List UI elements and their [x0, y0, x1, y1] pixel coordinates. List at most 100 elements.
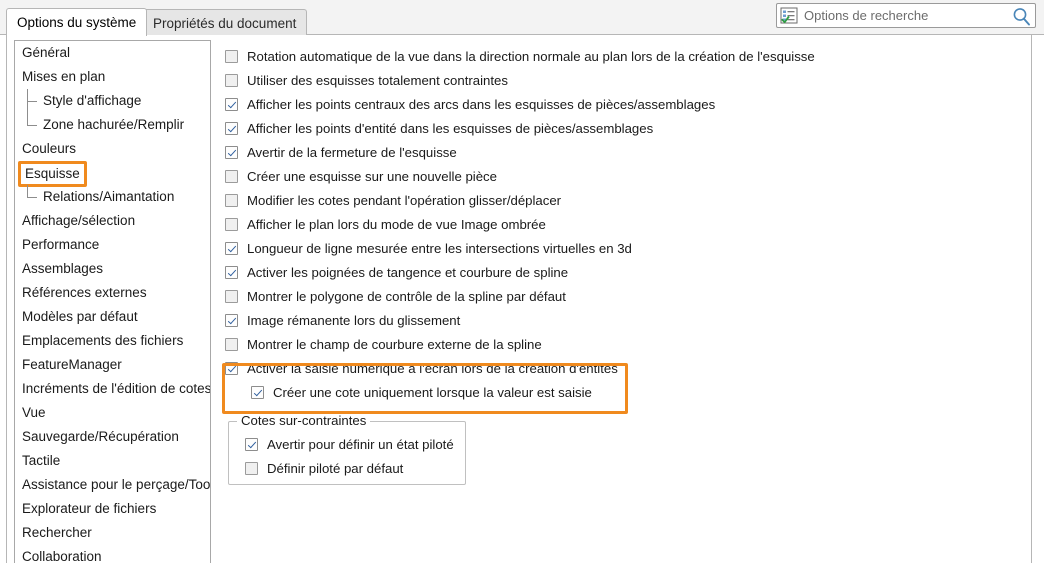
option-row[interactable]: Rotation automatique de la vue dans la d…	[225, 45, 1025, 69]
option-label: Rotation automatique de la vue dans la d…	[247, 49, 815, 64]
sidebar-item-mod-les-par-d-faut[interactable]: Modèles par défaut	[15, 305, 210, 329]
checkbox-unchecked-icon[interactable]	[225, 74, 238, 87]
options-checkbox-list: Rotation automatique de la vue dans la d…	[225, 45, 1025, 405]
search-input-text[interactable]: Options de recherche	[804, 8, 928, 23]
sidebar-item-rechercher[interactable]: Rechercher	[15, 521, 210, 545]
sidebar-item-label: Esquisse	[18, 161, 87, 187]
sidebar-item-relations-aimantation[interactable]: Relations/Aimantation	[15, 185, 210, 209]
sidebar-item-affichage-s-lection[interactable]: Affichage/sélection	[15, 209, 210, 233]
option-row[interactable]: Activer la saisie numérique à l'écran lo…	[225, 357, 1025, 381]
checkbox-checked-icon[interactable]	[225, 314, 238, 327]
sidebar-item-label: Assistance pour le perçage/Toolbox	[22, 477, 211, 492]
option-row[interactable]: Image rémanente lors du glissement	[225, 309, 1025, 333]
checkbox-unchecked-icon[interactable]	[225, 218, 238, 231]
sidebar-item-label: Zone hachurée/Remplir	[43, 117, 185, 132]
option-label: Afficher les points centraux des arcs da…	[247, 97, 716, 112]
sidebar-item-vue[interactable]: Vue	[15, 401, 210, 425]
sidebar-item-incr-ments-de-l-dition-de-cotes[interactable]: Incréments de l'édition de cotes	[15, 377, 210, 401]
option-row[interactable]: Modifier les cotes pendant l'opération g…	[225, 189, 1025, 213]
sidebar-item-label: Général	[22, 45, 71, 60]
option-row[interactable]: Afficher les points d'entité dans les es…	[225, 117, 1025, 141]
checkbox-checked-icon[interactable]	[225, 266, 238, 279]
option-label: Activer la saisie numérique à l'écran lo…	[247, 361, 618, 376]
option-row[interactable]: Définir piloté par défaut	[245, 457, 477, 481]
sidebar-item-zone-hachur-e-remplir[interactable]: Zone hachurée/Remplir	[15, 113, 210, 137]
sidebar-item-couleurs[interactable]: Couleurs	[15, 137, 210, 161]
sidebar-item-style-d-affichage[interactable]: Style d'affichage	[15, 89, 210, 113]
magnifier-icon[interactable]	[1012, 7, 1031, 26]
checkbox-checked-icon[interactable]	[225, 122, 238, 135]
checkbox-unchecked-icon[interactable]	[245, 462, 258, 475]
sidebar-item-label: Sauvegarde/Récupération	[22, 429, 179, 444]
option-row[interactable]: Avertir pour définir un état piloté	[245, 433, 477, 457]
checkbox-unchecked-icon[interactable]	[225, 338, 238, 351]
sidebar-item-esquisse[interactable]: Esquisse	[15, 161, 210, 187]
option-row[interactable]: Utiliser des esquisses totalement contra…	[225, 69, 1025, 93]
checkbox-unchecked-icon[interactable]	[225, 50, 238, 63]
option-row[interactable]: Créer une esquisse sur une nouvelle pièc…	[225, 165, 1025, 189]
option-label: Avertir de la fermeture de l'esquisse	[247, 145, 457, 160]
option-row[interactable]: Montrer le polygone de contrôle de la sp…	[225, 285, 1025, 309]
options-list-icon[interactable]	[780, 7, 798, 24]
option-label: Avertir pour définir un état piloté	[267, 437, 454, 452]
option-label: Montrer le champ de courbure externe de …	[247, 337, 542, 352]
option-row[interactable]: Avertir de la fermeture de l'esquisse	[225, 141, 1025, 165]
tree-connector-icon	[27, 113, 40, 137]
option-label: Montrer le polygone de contrôle de la sp…	[247, 289, 566, 304]
sidebar-item-label: Relations/Aimantation	[43, 189, 175, 204]
tree-connector-icon	[27, 185, 40, 209]
sidebar-item-emplacements-des-fichiers[interactable]: Emplacements des fichiers	[15, 329, 210, 353]
checkbox-checked-icon[interactable]	[225, 242, 238, 255]
sidebar-item-assemblages[interactable]: Assemblages	[15, 257, 210, 281]
sidebar-item-label: Mises en plan	[22, 69, 106, 84]
sidebar-item-label: FeatureManager	[22, 357, 122, 372]
checkbox-checked-icon[interactable]	[225, 146, 238, 159]
sidebar-item-explorateur-de-fichiers[interactable]: Explorateur de fichiers	[15, 497, 210, 521]
sidebar-item-g-n-ral[interactable]: Général	[15, 41, 210, 65]
sidebar-item-r-f-rences-externes[interactable]: Références externes	[15, 281, 210, 305]
sidebar-item-label: Modèles par défaut	[22, 309, 138, 324]
sidebar-item-mises-en-plan[interactable]: Mises en plan	[15, 65, 210, 89]
option-label: Modifier les cotes pendant l'opération g…	[247, 193, 562, 208]
sidebar-item-collaboration[interactable]: Collaboration	[15, 545, 210, 563]
sidebar-item-label: Vue	[22, 405, 46, 420]
checkbox-checked-icon[interactable]	[245, 438, 258, 451]
checkbox-unchecked-icon[interactable]	[225, 170, 238, 183]
checkbox-unchecked-icon[interactable]	[225, 290, 238, 303]
sidebar-item-sauvegarde-r-cup-ration[interactable]: Sauvegarde/Récupération	[15, 425, 210, 449]
tree-connector-icon	[27, 89, 40, 113]
checkbox-checked-icon[interactable]	[251, 386, 264, 399]
checkbox-checked-icon[interactable]	[225, 362, 238, 375]
sidebar-item-assistance-pour-le-per-age-toolbox[interactable]: Assistance pour le perçage/Toolbox	[15, 473, 210, 497]
sidebar-item-label: Performance	[22, 237, 100, 252]
sidebar-item-label: Assemblages	[22, 261, 104, 276]
sidebar-item-label: Couleurs	[22, 141, 77, 156]
settings-category-list[interactable]: Général Mises en plan Style d'affichage Zon…	[14, 40, 211, 563]
group-option-rows: Avertir pour définir un état piloté Défin…	[229, 433, 477, 481]
option-row[interactable]: Créer une cote uniquement lorsque la val…	[225, 381, 1025, 405]
option-label: Activer les poignées de tangence et cour…	[247, 265, 569, 280]
sidebar-item-label: Rechercher	[22, 525, 92, 540]
option-row[interactable]: Afficher les points centraux des arcs da…	[225, 93, 1025, 117]
sidebar-item-tactile[interactable]: Tactile	[15, 449, 210, 473]
sidebar-item-label: Références externes	[22, 285, 147, 300]
sidebar-item-featuremanager[interactable]: FeatureManager	[15, 353, 210, 377]
sidebar-item-label: Collaboration	[22, 549, 102, 563]
option-row[interactable]: Afficher le plan lors du mode de vue Ima…	[225, 213, 1025, 237]
sidebar-item-label: Incréments de l'édition de cotes	[22, 381, 211, 396]
group-title: Cotes sur-contraintes	[237, 413, 371, 429]
option-row[interactable]: Longueur de ligne mesurée entre les inte…	[225, 237, 1025, 261]
overdefined-dimensions-group: Cotes sur-contraintes Avertir pour défin…	[228, 413, 466, 485]
option-row[interactable]: Activer les poignées de tangence et cour…	[225, 261, 1025, 285]
option-row[interactable]: Montrer le champ de courbure externe de …	[225, 333, 1025, 357]
tab-options-du-systeme[interactable]: Options du système	[6, 8, 148, 36]
option-label: Utiliser des esquisses totalement contra…	[247, 73, 508, 88]
checkbox-unchecked-icon[interactable]	[225, 194, 238, 207]
option-label: Afficher le plan lors du mode de vue Ima…	[247, 217, 546, 232]
search-options-box[interactable]: Options de recherche	[776, 3, 1036, 28]
option-label: Image rémanente lors du glissement	[247, 313, 461, 328]
checkbox-checked-icon[interactable]	[225, 98, 238, 111]
sidebar-item-performance[interactable]: Performance	[15, 233, 210, 257]
tab-proprietes-du-document[interactable]: Propriétés du document	[142, 9, 308, 35]
sidebar-item-label: Emplacements des fichiers	[22, 333, 184, 348]
